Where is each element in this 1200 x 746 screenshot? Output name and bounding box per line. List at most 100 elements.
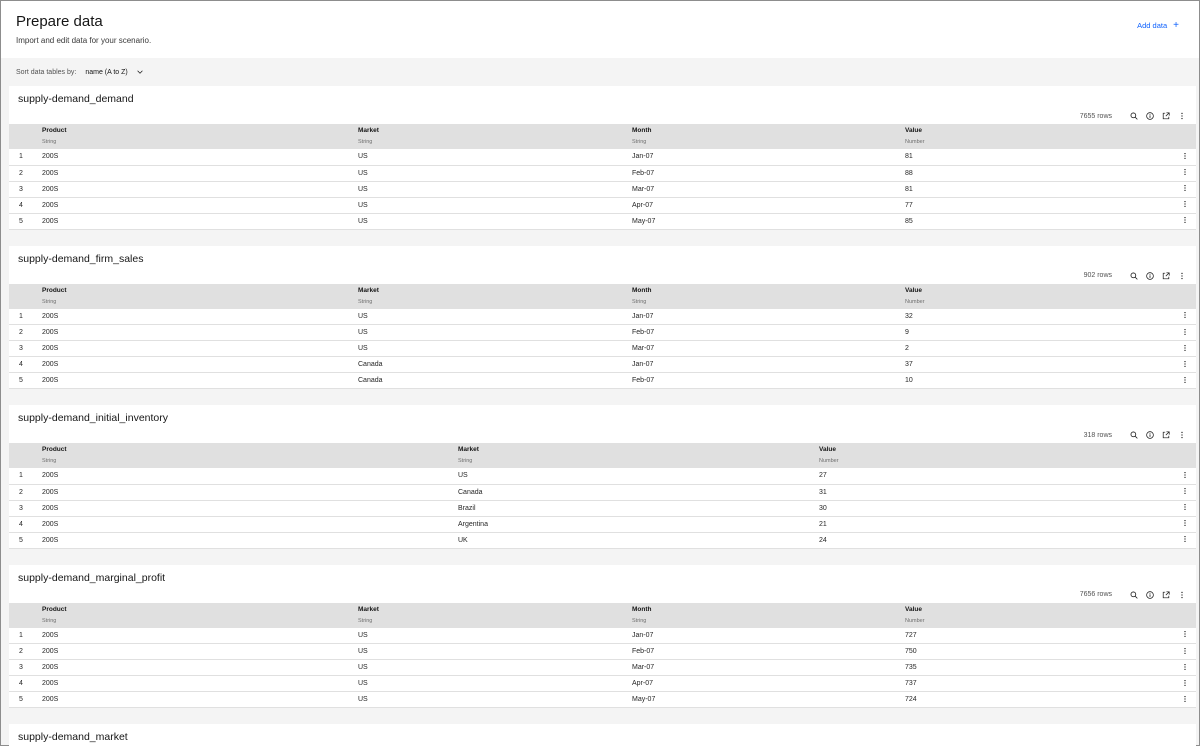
table-row[interactable]: 4 200S Canada Jan-07 37 [9, 356, 1196, 373]
overflow-menu-icon[interactable] [1174, 589, 1190, 601]
search-icon[interactable] [1126, 589, 1142, 601]
table-cell: 727 [905, 627, 1152, 644]
overflow-menu-icon[interactable] [1183, 376, 1187, 385]
table-title: supply-demand_market [18, 731, 128, 743]
overflow-menu-icon[interactable] [1183, 184, 1187, 193]
overflow-menu-icon[interactable] [1183, 152, 1187, 161]
launch-icon[interactable] [1158, 589, 1174, 601]
table-row[interactable]: 5 200S US May-07 85 [9, 213, 1196, 230]
info-icon[interactable] [1142, 429, 1158, 441]
row-menu-cell [1174, 181, 1196, 198]
info-icon[interactable] [1142, 589, 1158, 601]
table-cell: 724 [905, 691, 1152, 708]
overflow-menu-icon[interactable] [1183, 360, 1187, 369]
overflow-menu-icon[interactable] [1183, 630, 1187, 639]
row-index: 5 [9, 532, 42, 549]
table-row[interactable]: 3 200S US Mar-07 81 [9, 181, 1196, 198]
column-header[interactable]: Market String [358, 603, 632, 628]
overflow-menu-icon[interactable] [1183, 344, 1187, 353]
column-header[interactable]: Product String [42, 603, 358, 628]
table-cell: US [358, 181, 632, 198]
overflow-menu-icon[interactable] [1183, 471, 1187, 480]
table-cell: 85 [905, 213, 1152, 230]
column-header[interactable]: Month String [632, 603, 905, 628]
table-row[interactable]: 4 200S US Apr-07 77 [9, 197, 1196, 214]
overflow-menu-icon[interactable] [1183, 200, 1187, 209]
column-header[interactable]: Product String [42, 284, 358, 309]
overflow-menu-icon[interactable] [1183, 311, 1187, 320]
table-row[interactable]: 2 200S US Feb-07 9 [9, 324, 1196, 341]
table-row[interactable]: 3 200S US Mar-07 2 [9, 340, 1196, 357]
overflow-menu-icon[interactable] [1183, 487, 1187, 496]
table-cell: May-07 [632, 691, 905, 708]
column-header[interactable]: Value Number [905, 124, 1152, 149]
sort-dropdown[interactable]: name (A to Z) [85, 69, 143, 76]
info-icon[interactable] [1142, 110, 1158, 122]
table-row[interactable]: 1 200S US Jan-07 727 [9, 627, 1196, 644]
table-row[interactable]: 1 200S US Jan-07 81 [9, 149, 1196, 166]
table-cell: 77 [905, 197, 1152, 214]
overflow-menu-icon[interactable] [1183, 647, 1187, 656]
column-header[interactable]: Month String [632, 124, 905, 149]
column-name: Month [632, 286, 652, 294]
info-icon[interactable] [1142, 270, 1158, 282]
column-name: Product [42, 605, 67, 613]
search-icon[interactable] [1126, 270, 1142, 282]
search-icon[interactable] [1126, 429, 1142, 441]
table-row[interactable]: 1 200S US 27 [9, 468, 1196, 485]
actions-header [1174, 124, 1196, 149]
overflow-menu-icon[interactable] [1183, 328, 1187, 337]
table-cell: 200S [42, 197, 358, 214]
overflow-menu-icon[interactable] [1183, 216, 1187, 225]
overflow-menu-icon[interactable] [1174, 110, 1190, 122]
overflow-menu-icon[interactable] [1183, 519, 1187, 528]
table-row[interactable]: 5 200S UK 24 [9, 532, 1196, 549]
table-row[interactable]: 3 200S US Mar-07 735 [9, 659, 1196, 676]
column-name: Month [632, 127, 652, 134]
overflow-menu-icon[interactable] [1183, 535, 1187, 544]
column-type: String [632, 298, 647, 305]
column-header[interactable]: Market String [458, 443, 819, 468]
overflow-menu-icon[interactable] [1183, 663, 1187, 672]
launch-icon[interactable] [1158, 270, 1174, 282]
table-cell: Mar-07 [632, 181, 905, 198]
table-row[interactable]: 2 200S US Feb-07 88 [9, 165, 1196, 182]
overflow-menu-icon[interactable] [1183, 695, 1187, 704]
actions-header [1174, 443, 1196, 468]
overflow-menu-icon[interactable] [1174, 429, 1190, 441]
cell-spacer [1152, 372, 1174, 389]
column-header[interactable]: Market String [358, 284, 632, 309]
column-header[interactable]: Product String [42, 124, 358, 149]
launch-icon[interactable] [1158, 429, 1174, 441]
launch-icon[interactable] [1158, 110, 1174, 122]
index-header [9, 443, 42, 468]
table-row[interactable]: 1 200S US Jan-07 32 [9, 308, 1196, 325]
column-header[interactable]: Value Number [819, 443, 1174, 468]
overflow-menu-icon[interactable] [1183, 679, 1187, 688]
table-row[interactable]: 5 200S Canada Feb-07 10 [9, 372, 1196, 389]
overflow-menu-icon[interactable] [1174, 270, 1190, 282]
table-row[interactable]: 5 200S US May-07 724 [9, 691, 1196, 708]
column-header[interactable]: Month String [632, 284, 905, 309]
table-row[interactable]: 2 200S US Feb-07 750 [9, 643, 1196, 660]
table-cell: 88 [905, 165, 1152, 182]
row-index: 5 [9, 213, 42, 230]
overflow-menu-icon[interactable] [1183, 168, 1187, 177]
row-menu-cell [1174, 356, 1196, 373]
column-type: String [42, 298, 57, 305]
table-cell: US [358, 340, 632, 357]
table-row[interactable]: 2 200S Canada 31 [9, 484, 1196, 501]
column-header[interactable]: Value Number [905, 284, 1152, 309]
overflow-menu-icon[interactable] [1183, 503, 1187, 512]
add-data-button[interactable]: Add data + [1137, 20, 1179, 30]
cell-spacer [1152, 691, 1174, 708]
add-data-label: Add data [1137, 21, 1168, 30]
table-cell: Apr-07 [632, 197, 905, 214]
column-header[interactable]: Product String [42, 443, 458, 468]
search-icon[interactable] [1126, 110, 1142, 122]
table-row[interactable]: 3 200S Brazil 30 [9, 500, 1196, 517]
table-row[interactable]: 4 200S Argentina 21 [9, 516, 1196, 533]
table-row[interactable]: 4 200S US Apr-07 737 [9, 675, 1196, 692]
column-header[interactable]: Value Number [905, 603, 1152, 628]
column-header[interactable]: Market String [358, 124, 632, 149]
